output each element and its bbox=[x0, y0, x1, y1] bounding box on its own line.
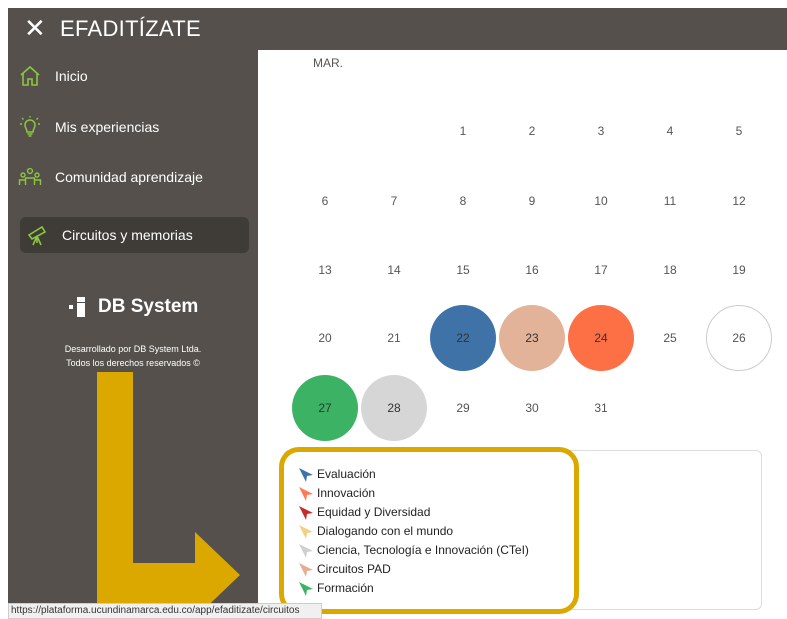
calendar-day[interactable]: 14 bbox=[361, 237, 427, 303]
calendar-day[interactable]: 31 bbox=[568, 375, 634, 441]
app-title: EFADITÍZATE bbox=[60, 16, 202, 41]
sidebar-item-label: Circuitos y memorias bbox=[62, 227, 193, 243]
calendar-day[interactable]: 9 bbox=[499, 168, 565, 234]
calendar-day[interactable]: 19 bbox=[706, 237, 772, 303]
calendar-day[interactable]: 30 bbox=[499, 375, 565, 441]
brand-name: DB System bbox=[98, 296, 199, 318]
community-icon bbox=[18, 167, 42, 185]
calendar-day[interactable]: 5 bbox=[706, 98, 772, 164]
calendar-day[interactable]: 17 bbox=[568, 237, 634, 303]
calendar-day[interactable]: 11 bbox=[637, 168, 703, 234]
sidebar-item-mis-experiencias[interactable]: Mis experiencias bbox=[8, 109, 258, 145]
lightbulb-icon bbox=[20, 116, 40, 137]
db-system-logo-icon bbox=[69, 297, 85, 317]
annotation-highlight-box bbox=[279, 447, 579, 614]
calendar-day[interactable]: 23 bbox=[499, 305, 565, 371]
calendar-day[interactable]: 4 bbox=[637, 98, 703, 164]
calendar-day[interactable]: 28 bbox=[361, 375, 427, 441]
telescope-icon bbox=[27, 225, 47, 246]
calendar-day[interactable]: 8 bbox=[430, 168, 496, 234]
sidebar-item-circuitos-y-memorias[interactable]: Circuitos y memorias bbox=[20, 217, 249, 253]
calendar-day[interactable]: 22 bbox=[430, 305, 496, 371]
calendar-day[interactable]: 3 bbox=[568, 98, 634, 164]
calendar-month: MAR. bbox=[313, 56, 343, 70]
calendar-day[interactable]: 2 bbox=[499, 98, 565, 164]
calendar-day[interactable]: 27 bbox=[292, 375, 358, 441]
calendar-day[interactable]: 26 bbox=[706, 305, 772, 371]
sidebar: Inicio Mis experiencias Comunidad aprend… bbox=[8, 50, 258, 607]
calendar-day[interactable]: 15 bbox=[430, 237, 496, 303]
brand-logo: DB System bbox=[68, 295, 198, 319]
calendar-day[interactable]: 16 bbox=[499, 237, 565, 303]
sidebar-item-inicio[interactable]: Inicio bbox=[8, 58, 258, 94]
calendar-day[interactable]: 1 bbox=[430, 98, 496, 164]
close-icon[interactable]: ✕ bbox=[24, 16, 46, 42]
calendar-day[interactable]: 29 bbox=[430, 375, 496, 441]
sidebar-item-label: Inicio bbox=[55, 68, 88, 84]
top-strip bbox=[0, 0, 787, 8]
calendar-day[interactable]: 6 bbox=[292, 168, 358, 234]
app-header: ✕ EFADITÍZATE bbox=[8, 8, 787, 50]
sidebar-item-label: Comunidad aprendizaje bbox=[55, 169, 203, 185]
calendar-day[interactable]: 7 bbox=[361, 168, 427, 234]
calendar-day[interactable]: 21 bbox=[361, 305, 427, 371]
calendar-day[interactable]: 24 bbox=[568, 305, 634, 371]
status-bar-url: https://plataforma.ucundinamarca.edu.co/… bbox=[8, 603, 322, 619]
calendar-day[interactable]: 12 bbox=[706, 168, 772, 234]
sidebar-item-comunidad-aprendizaje[interactable]: Comunidad aprendizaje bbox=[8, 159, 258, 195]
calendar-day[interactable]: 18 bbox=[637, 237, 703, 303]
calendar-day[interactable]: 25 bbox=[637, 305, 703, 371]
credits-line-2: Todos los derechos reservados © bbox=[66, 358, 200, 368]
credits-line-1: Desarrollado por DB System Ltda. bbox=[64, 344, 202, 354]
calendar-day[interactable]: 20 bbox=[292, 305, 358, 371]
sidebar-item-label: Mis experiencias bbox=[55, 119, 160, 135]
calendar-day[interactable]: 13 bbox=[292, 237, 358, 303]
calendar-day[interactable]: 10 bbox=[568, 168, 634, 234]
home-icon bbox=[20, 65, 40, 86]
